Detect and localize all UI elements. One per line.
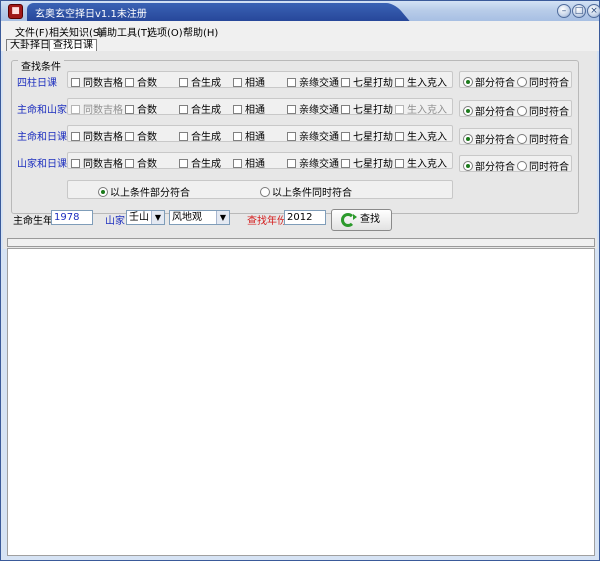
radio-all[interactable]: 同时符合: [517, 131, 569, 146]
checkbox[interactable]: 合数: [125, 128, 157, 143]
row-label-shanjia-rike: 山家和日课: [17, 159, 67, 170]
mountain-select-value: 壬山: [129, 212, 149, 223]
group-title: 查找条件: [18, 58, 64, 73]
row-options-zhuming-shanjia: 同数吉格 合数 合生成 相通 亲缘交通 七星打劫 生入克入: [67, 98, 453, 116]
row-options-shanjia-rike: 同数吉格 合数 合生成 相通 亲缘交通 七星打劫 生入克入: [67, 152, 453, 170]
checkbox[interactable]: 合生成: [179, 101, 221, 116]
radio-partial[interactable]: 部分符合: [463, 103, 515, 118]
menu-knowledge[interactable]: 相关知识(S): [49, 24, 103, 39]
chevron-down-icon[interactable]: ▼: [151, 211, 164, 224]
row-label-sizhu: 四柱日课: [17, 78, 57, 89]
search-button-label: 查找: [360, 214, 380, 225]
results-area[interactable]: [7, 248, 595, 556]
checkbox[interactable]: 七星打劫: [341, 74, 393, 89]
radio-overall-all[interactable]: 以上条件同时符合: [260, 184, 352, 199]
gua-select-value: 风地观: [172, 212, 202, 223]
checkbox[interactable]: 合生成: [179, 128, 221, 143]
checkbox[interactable]: 相通: [233, 101, 265, 116]
checkbox[interactable]: 合生成: [179, 155, 221, 170]
maximize-icon[interactable]: □: [572, 4, 586, 18]
search-year-label: 查找年份: [247, 216, 287, 227]
tab-strip: 大卦择日 查找日课: [1, 38, 599, 51]
menu-file[interactable]: 文件(F): [15, 24, 49, 39]
radio-all[interactable]: 同时符合: [517, 158, 569, 173]
chevron-down-icon[interactable]: ▼: [216, 211, 229, 224]
radio-partial[interactable]: 部分符合: [463, 74, 515, 89]
checkbox[interactable]: 合生成: [179, 74, 221, 89]
checkbox[interactable]: 七星打劫: [341, 128, 393, 143]
radio-overall-partial[interactable]: 以上条件部分符合: [98, 184, 190, 199]
checkbox[interactable]: 亲缘交通: [287, 74, 339, 89]
checkbox[interactable]: 生入克入: [395, 128, 447, 143]
birth-year-label: 主命生年: [13, 216, 53, 227]
radio-partial[interactable]: 部分符合: [463, 158, 515, 173]
match-radio-group: 部分符合 同时符合: [459, 128, 572, 146]
menu-options[interactable]: 选项(O): [147, 24, 183, 39]
checkbox[interactable]: 同数吉格: [71, 101, 123, 116]
checkbox[interactable]: 合数: [125, 155, 157, 170]
checkbox[interactable]: 同数吉格: [71, 74, 123, 89]
match-radio-group: 部分符合 同时符合: [459, 155, 572, 173]
checkbox[interactable]: 生入克入: [395, 74, 447, 89]
checkbox[interactable]: 亲缘交通: [287, 155, 339, 170]
tab-dagua[interactable]: 大卦择日: [6, 39, 54, 51]
row-label-zhuming-rike: 主命和日课: [17, 132, 67, 143]
checkbox[interactable]: 相通: [233, 155, 265, 170]
match-radio-group: 部分符合 同时符合: [459, 71, 572, 89]
checkbox[interactable]: 生入克入: [395, 101, 447, 116]
mountain-label: 山家: [105, 216, 125, 227]
title-bar[interactable]: ■ 玄奥玄空择日v1.1未注册 – □ ×: [1, 1, 600, 21]
checkbox[interactable]: 同数吉格: [71, 155, 123, 170]
app-window: ■ 玄奥玄空择日v1.1未注册 – □ × 文件(F) 相关知识(S) 辅助工具…: [0, 0, 600, 561]
radio-all[interactable]: 同时符合: [517, 74, 569, 89]
search-year-input[interactable]: 2012: [284, 210, 326, 225]
checkbox[interactable]: 生入克入: [395, 155, 447, 170]
checkbox[interactable]: 七星打劫: [341, 155, 393, 170]
checkbox[interactable]: 合数: [125, 74, 157, 89]
checkbox[interactable]: 合数: [125, 101, 157, 116]
progress-bar: [7, 238, 595, 247]
gua-select[interactable]: 风地观 ▼: [169, 210, 230, 225]
overall-condition: 以上条件部分符合 以上条件同时符合: [67, 180, 453, 199]
checkbox[interactable]: 亲缘交通: [287, 101, 339, 116]
window-title: 玄奥玄空择日v1.1未注册: [35, 9, 147, 20]
minimize-icon[interactable]: –: [557, 4, 571, 18]
radio-partial[interactable]: 部分符合: [463, 131, 515, 146]
row-options-zhuming-rike: 同数吉格 合数 合生成 相通 亲缘交通 七星打劫 生入克入: [67, 125, 453, 143]
menu-bar: 文件(F) 相关知识(S) 辅助工具(T) 选项(O) 帮助(H): [1, 21, 599, 39]
checkbox[interactable]: 相通: [233, 74, 265, 89]
checkbox[interactable]: 亲缘交通: [287, 128, 339, 143]
row-label-zhuming-shanjia: 主命和山家: [17, 105, 67, 116]
refresh-icon: [341, 213, 357, 227]
radio-all[interactable]: 同时符合: [517, 103, 569, 118]
menu-help[interactable]: 帮助(H): [183, 24, 218, 39]
tab-find-day[interactable]: 查找日课: [49, 39, 97, 51]
close-icon[interactable]: ×: [587, 4, 600, 18]
birth-year-input[interactable]: 1978: [51, 210, 93, 225]
mountain-select[interactable]: 壬山 ▼: [126, 210, 165, 225]
menu-tools[interactable]: 辅助工具(T): [97, 24, 151, 39]
match-radio-group: 部分符合 同时符合: [459, 100, 572, 118]
search-button[interactable]: 查找: [331, 209, 392, 231]
checkbox[interactable]: 七星打劫: [341, 101, 393, 116]
row-options-sizhu: 同数吉格 合数 合生成 相通 亲缘交通 七星打劫 生入克入: [67, 71, 453, 89]
checkbox[interactable]: 同数吉格: [71, 128, 123, 143]
app-seal-icon[interactable]: ■: [8, 4, 23, 19]
checkbox[interactable]: 相通: [233, 128, 265, 143]
